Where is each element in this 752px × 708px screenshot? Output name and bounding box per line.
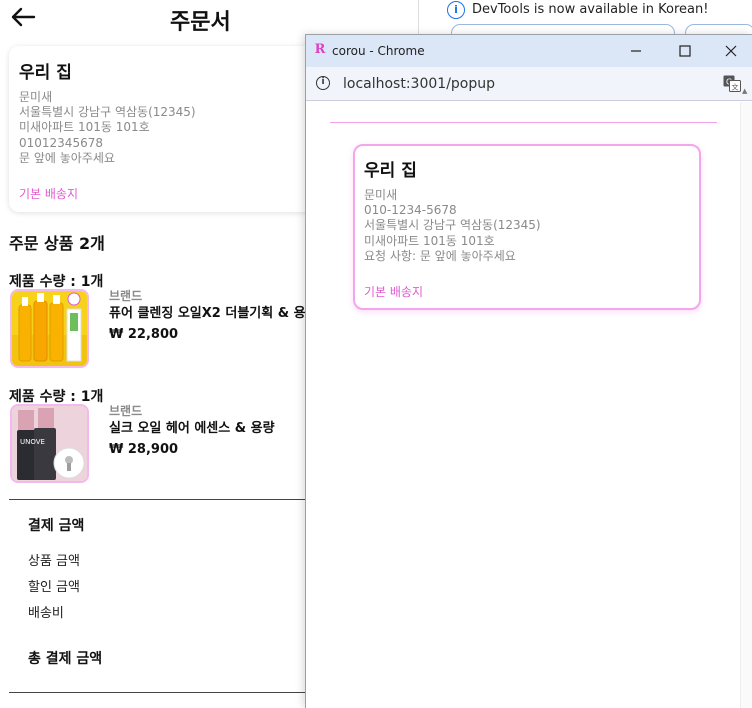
product-price: ₩ 28,900	[109, 442, 179, 457]
address-line: 서울특별시 강남구 역삼동(12345)	[19, 105, 196, 120]
popup-content: 우리 집 문미새 010-1234-5678 서울특별시 강남구 역삼동(123…	[306, 102, 752, 708]
window-titlebar[interactable]: R corou - Chrome	[306, 35, 752, 67]
close-icon[interactable]	[708, 35, 752, 67]
maximize-icon[interactable]	[662, 35, 708, 67]
address-details: 문미새 010-1234-5678 서울특별시 강남구 역삼동(12345) 미…	[364, 188, 541, 264]
address-bar[interactable]: i localhost:3001/popup G 文 ▲	[306, 67, 752, 101]
delivery-request: 문 앞에 놓아주세요	[19, 150, 115, 165]
address-name: 우리 집	[364, 161, 417, 181]
address-details: 문미새 서울특별시 강남구 역삼동(12345) 미새아파트 101동 101호…	[19, 90, 196, 166]
header-divider	[330, 122, 717, 123]
product-name: 실크 오일 헤어 에센스 & 용량	[109, 421, 275, 436]
devtools-panel: i DevTools is now available in Korean!	[418, 0, 752, 42]
delivery-request: 요청 사항: 문 앞에 놓아주세요	[364, 248, 516, 263]
payment-row-shipping-fee: 배송비	[28, 606, 64, 621]
product-image: UNOVE	[10, 404, 89, 483]
order-items-heading: 주문 상품 2개	[9, 234, 105, 253]
default-address-tag: 기본 배송지	[19, 187, 79, 201]
site-info-icon[interactable]: i	[316, 76, 330, 90]
popup-window: R corou - Chrome i localhost:3001/popup …	[305, 34, 752, 708]
address-line: 서울특별시 강남구 역삼동(12345)	[364, 218, 541, 233]
product-name: 퓨어 클렌징 오일X2 더블기획 & 용	[109, 306, 306, 321]
devtools-language-message: DevTools is now available in Korean!	[472, 2, 709, 17]
address-detail-line: 미새아파트 101동 101호	[19, 120, 150, 135]
back-arrow-icon[interactable]	[10, 6, 36, 28]
recipient: 문미새	[364, 188, 398, 202]
address-detail-line: 미새아파트 101동 101호	[364, 233, 495, 248]
info-icon: i	[447, 1, 465, 19]
payment-row-discount-amount: 할인 금액	[28, 580, 80, 595]
svg-text:文: 文	[732, 83, 739, 92]
product-quantity: 제품 수량 : 1개	[9, 274, 104, 290]
default-address-tag: 기본 배송지	[364, 285, 424, 299]
scroll-up-icon[interactable]: ▲	[742, 87, 747, 95]
product-image	[10, 289, 89, 368]
payment-row-product-amount: 상품 금액	[28, 554, 80, 569]
url-text[interactable]: localhost:3001/popup	[343, 76, 495, 92]
minimize-icon[interactable]	[613, 35, 659, 67]
address-name: 우리 집	[19, 63, 72, 83]
payment-heading: 결제 금액	[28, 518, 85, 534]
translate-icon[interactable]: G 文	[723, 75, 741, 92]
product-price: ₩ 22,800	[109, 327, 179, 342]
payment-total-label: 총 결제 금액	[28, 651, 103, 667]
address-card[interactable]: 우리 집 문미새 010-1234-5678 서울특별시 강남구 역삼동(123…	[353, 144, 701, 310]
product-quantity: 제품 수량 : 1개	[9, 389, 104, 405]
window-title: corou - Chrome	[332, 44, 425, 58]
app-favicon-icon: R	[314, 42, 326, 57]
phone-number: 01012345678	[19, 135, 103, 150]
page-title: 주문서	[170, 10, 231, 35]
phone-number: 010-1234-5678	[364, 203, 457, 218]
vertical-scrollbar[interactable]	[740, 102, 752, 708]
svg-text:UNOVE: UNOVE	[20, 438, 45, 446]
recipient: 문미새	[19, 90, 53, 104]
